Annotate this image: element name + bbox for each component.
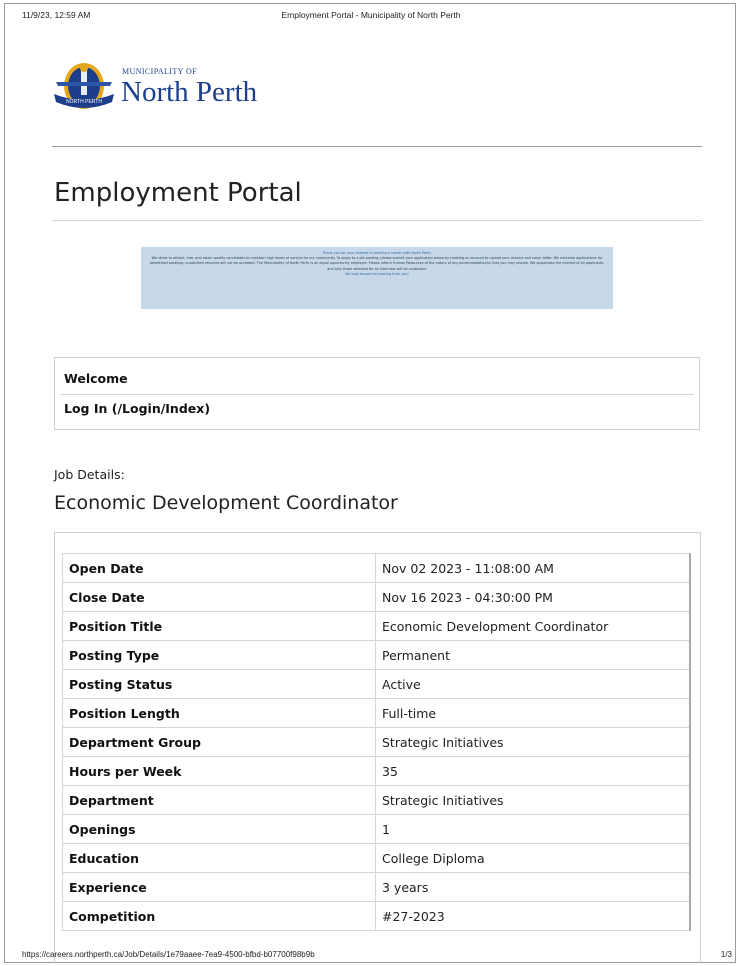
table-row: Posting Type Permanent	[62, 640, 691, 670]
detail-value: Strategic Initiatives	[375, 727, 691, 757]
detail-key: Competition	[62, 901, 376, 931]
table-row: Department Group Strategic Initiatives	[62, 727, 691, 757]
print-title: Employment Portal - Municipality of Nort…	[281, 10, 461, 20]
detail-value: Full-time	[375, 698, 691, 728]
table-row: Open Date Nov 02 2023 - 11:08:00 AM	[62, 553, 691, 583]
table-row: Posting Status Active	[62, 669, 691, 699]
nav-divider	[60, 394, 694, 395]
table-row: Competition #27-2023	[62, 901, 691, 931]
table-row: Experience 3 years	[62, 872, 691, 902]
logo-municipality-of: MUNICIPALITY OF	[122, 67, 197, 76]
seal-text: NORTH PERTH	[66, 99, 102, 105]
table-row: Position Title Economic Development Coord…	[62, 611, 691, 641]
banner-closing: We look forward to hearing from you!	[345, 271, 409, 276]
detail-value: Nov 16 2023 - 04:30:00 PM	[375, 582, 691, 612]
job-title: Economic Development Coordinator	[54, 492, 398, 514]
detail-key: Department	[62, 785, 376, 815]
welcome-banner: Thank you for your interest in starting …	[141, 247, 613, 309]
table-row: Hours per Week 35	[62, 756, 691, 786]
title-divider	[52, 220, 702, 221]
detail-value: Nov 02 2023 - 11:08:00 AM	[375, 553, 691, 583]
detail-value: College Diploma	[375, 843, 691, 873]
job-details-table: Open Date Nov 02 2023 - 11:08:00 AM Close…	[62, 553, 691, 931]
table-row: Openings 1	[62, 814, 691, 844]
portal-nav: Welcome Log In (/Login/Index)	[54, 357, 700, 430]
print-url: https://careers.northperth.ca/Job/Detail…	[22, 950, 315, 959]
detail-key: Open Date	[62, 553, 376, 583]
logo-town-name: North Perth	[121, 76, 258, 108]
detail-key: Experience	[62, 872, 376, 902]
detail-value: 35	[375, 756, 691, 786]
detail-key: Department Group	[62, 727, 376, 757]
detail-value: 1	[375, 814, 691, 844]
page-number: 1/3	[720, 950, 732, 959]
banner-body: We strive to attract, hire, and retain q…	[149, 256, 605, 271]
detail-key: Openings	[62, 814, 376, 844]
table-row: Department Strategic Initiatives	[62, 785, 691, 815]
detail-key: Education	[62, 843, 376, 873]
detail-key: Hours per Week	[62, 756, 376, 786]
detail-key: Close Date	[62, 582, 376, 612]
municipal-seal-icon: NORTH PERTH	[54, 63, 114, 109]
nav-login-link[interactable]: Log In (/Login/Index)	[64, 401, 210, 416]
detail-value: 3 years	[375, 872, 691, 902]
page-title: Employment Portal	[54, 178, 302, 208]
table-row: Position Length Full-time	[62, 698, 691, 728]
detail-value: Economic Development Coordinator	[375, 611, 691, 641]
detail-value: Permanent	[375, 640, 691, 670]
detail-key: Posting Status	[62, 669, 376, 699]
municipality-logo[interactable]: NORTH PERTH MUNICIPALITY OF North Perth	[52, 58, 282, 114]
table-row: Close Date Nov 16 2023 - 04:30:00 PM	[62, 582, 691, 612]
detail-key: Posting Type	[62, 640, 376, 670]
nav-welcome-link[interactable]: Welcome	[64, 371, 128, 386]
detail-key: Position Title	[62, 611, 376, 641]
detail-value: #27-2023	[375, 901, 691, 931]
detail-value: Active	[375, 669, 691, 699]
table-row: Education College Diploma	[62, 843, 691, 873]
detail-key: Position Length	[62, 698, 376, 728]
header-divider	[52, 146, 702, 147]
job-details-label: Job Details:	[54, 467, 125, 482]
detail-value: Strategic Initiatives	[375, 785, 691, 815]
